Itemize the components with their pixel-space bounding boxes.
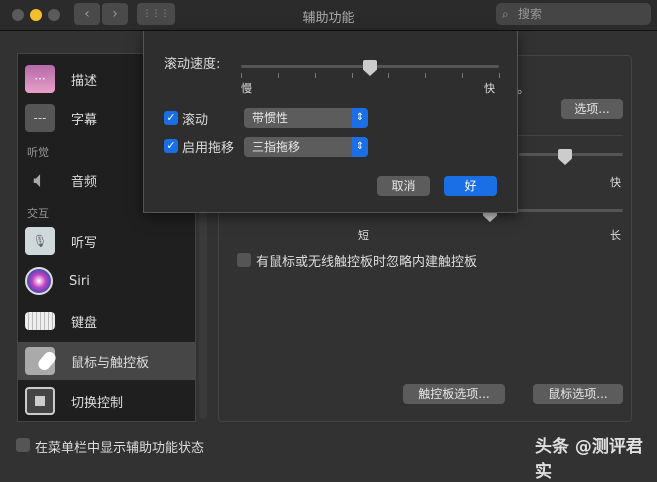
chevron-updown-icon: ⇕ (352, 108, 368, 128)
ignore-trackpad-checkbox[interactable] (237, 253, 251, 267)
sidebar-item-mouse-trackpad[interactable]: 鼠标与触控板 (18, 342, 195, 380)
slider-tick (314, 73, 316, 78)
description-icon: ··· (25, 65, 55, 93)
fast-label: 快 (610, 176, 621, 189)
microphone-icon: 🎙︎ (25, 227, 55, 255)
trackpad-options-sheet: 滚动速度: 慢 快 ✓ 滚动 带惯性 ⇕ ✓ 启用拖移 三指拖移 ⇕ 取消 好 (143, 31, 518, 213)
double-click-speed-thumb[interactable] (558, 149, 572, 165)
chevron-updown-icon: ⇕ (352, 137, 368, 157)
sidebar-item-label: 描述 (71, 73, 98, 89)
keyboard-icon (25, 312, 55, 330)
ok-button[interactable]: 好 (444, 176, 497, 196)
siri-icon (25, 267, 53, 295)
sidebar-item-label: 听写 (71, 235, 98, 251)
slider-tick (425, 73, 427, 78)
slider-tick (499, 73, 500, 78)
sidebar-item-label: Siri (69, 273, 90, 289)
ignore-trackpad-label: 有鼠标或无线触控板时忽略内建触控板 (256, 255, 478, 270)
sidebar-item-dictation[interactable]: 🎙︎ 听写 (18, 222, 195, 260)
slider-tick (388, 73, 390, 78)
scroll-label: 滚动 (182, 113, 209, 128)
long-label: 长 (610, 229, 621, 242)
scroll-mode-value: 带惯性 (252, 111, 289, 125)
search-placeholder: 搜索 (518, 7, 543, 21)
short-label: 短 (358, 229, 369, 242)
section-hearing: 听觉 (27, 146, 49, 159)
switch-control-icon (25, 387, 55, 415)
scroll-speed-label: 滚动速度: (164, 57, 221, 72)
scroll-speed-thumb[interactable] (363, 60, 377, 76)
cancel-button[interactable]: 取消 (377, 176, 430, 196)
sidebar-item-label: 鼠标与触控板 (71, 355, 150, 371)
watermark: 头条 @测评君实 (535, 437, 643, 482)
sidebar-item-siri[interactable]: Siri (18, 262, 195, 300)
title-bar: ‹ › ⋮⋮⋮ 辅助功能 ⌕ 搜索 (0, 0, 657, 31)
search-input[interactable]: ⌕ 搜索 (496, 3, 651, 25)
sidebar-item-label: 音频 (71, 174, 98, 190)
section-interaction: 交互 (27, 207, 49, 220)
drag-checkbox[interactable]: ✓ (164, 139, 178, 153)
search-icon: ⌕ (502, 7, 509, 21)
mouse-options-button[interactable]: 鼠标选项... (533, 384, 623, 404)
slow-label: 慢 (241, 82, 252, 95)
scroll-mode-select[interactable]: 带惯性 ⇕ (244, 108, 368, 128)
captions-icon: --- (25, 104, 55, 132)
scroll-checkbox[interactable]: ✓ (164, 111, 178, 125)
sidebar-item-label: 字幕 (71, 112, 98, 128)
show-status-label: 在菜单栏中显示辅助功能状态 (35, 441, 205, 456)
fast-label: 快 (484, 82, 495, 95)
drag-mode-select[interactable]: 三指拖移 ⇕ (244, 137, 368, 157)
sidebar-item-label: 键盘 (71, 315, 98, 331)
options-button[interactable]: 选项... (561, 99, 623, 119)
drag-label: 启用拖移 (182, 141, 235, 156)
sidebar-item-switch-control[interactable]: 切换控制 (18, 382, 195, 420)
slider-tick (462, 73, 464, 78)
sidebar-item-keyboard[interactable]: 键盘 (18, 302, 195, 340)
speaker-icon: 🔈︎ (33, 167, 47, 193)
slider-tick (351, 73, 353, 78)
show-status-checkbox[interactable] (16, 438, 30, 452)
slider-tick (241, 73, 242, 78)
mouse-trackpad-icon (25, 347, 59, 375)
sidebar-item-label: 切换控制 (71, 395, 124, 411)
slider-tick (277, 73, 279, 78)
trackpad-options-button[interactable]: 触控板选项... (403, 384, 505, 404)
drag-mode-value: 三指拖移 (252, 140, 301, 154)
